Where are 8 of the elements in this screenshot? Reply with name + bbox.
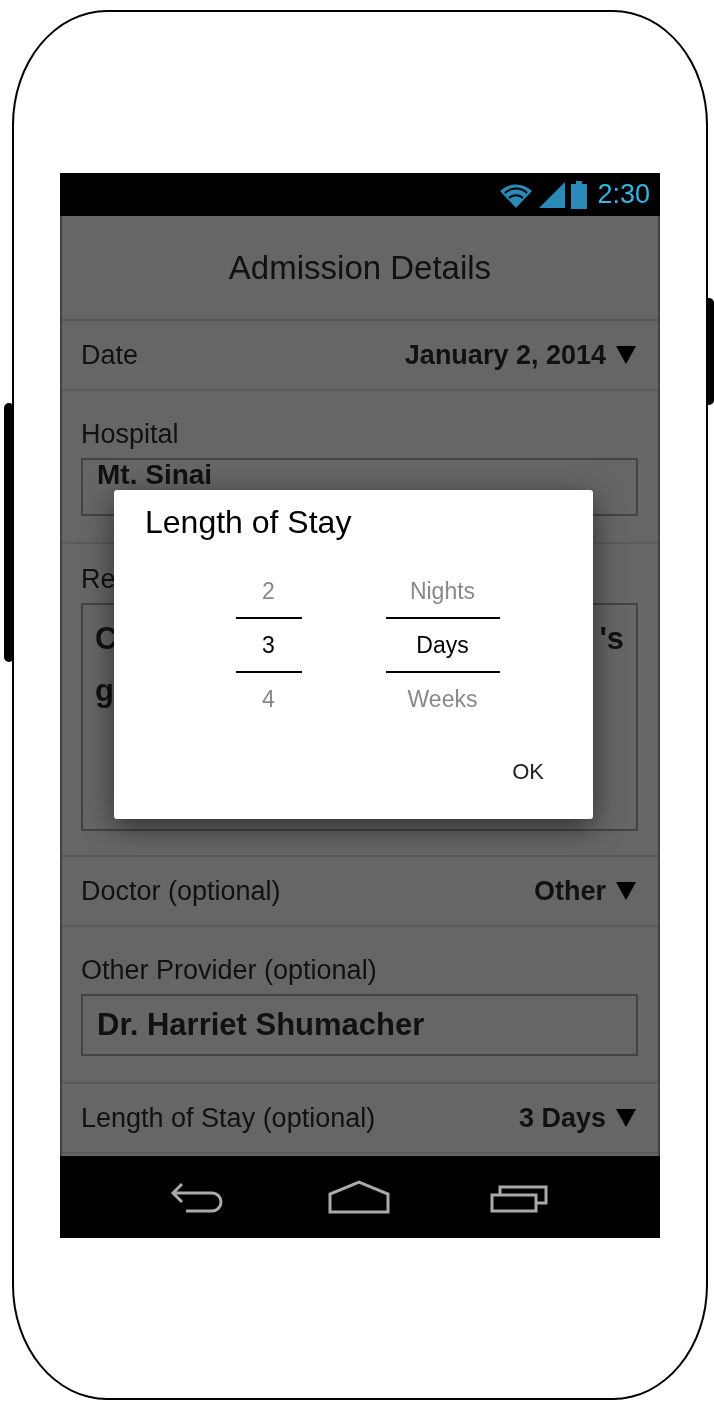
field-label: Doctor (optional) [81, 875, 281, 907]
field-label: Hospital [81, 419, 179, 450]
clock: 2:30 [597, 179, 650, 210]
field-label: Re [81, 564, 116, 595]
screen-title: Admission Details [62, 216, 658, 321]
field-label: Length of Stay (optional) [81, 1102, 376, 1134]
field-label: Other Provider (optional) [81, 955, 377, 986]
field-label: Date [81, 339, 139, 371]
